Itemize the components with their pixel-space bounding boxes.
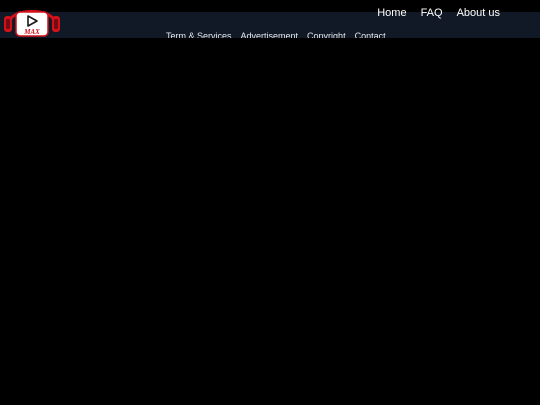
primary-nav: Home FAQ About us <box>377 7 500 20</box>
logo-text: MAX <box>23 28 40 36</box>
nav-link-about-us[interactable]: About us <box>457 7 500 20</box>
headphones-play-icon: MAX <box>4 10 60 37</box>
nav-link-faq[interactable]: FAQ <box>421 7 443 20</box>
page: Term & Services Advertisement Copyright … <box>0 0 540 405</box>
site-logo[interactable]: MAX <box>2 2 62 38</box>
nav-link-home[interactable]: Home <box>377 7 406 20</box>
main-content <box>0 38 540 405</box>
